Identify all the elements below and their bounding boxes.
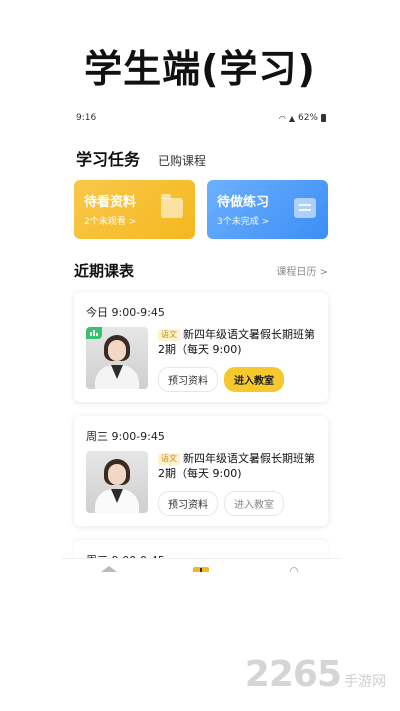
tab-purchased-courses[interactable]: 已购课程: [158, 152, 206, 169]
schedule-header: 近期课表 课程日历 >: [74, 260, 328, 281]
pending-exercises-card[interactable]: 待做练习 3个未完成 >: [207, 180, 328, 239]
battery-icon: [321, 114, 326, 122]
teacher-photo: [86, 327, 148, 389]
course-calendar-link[interactable]: 课程日历 >: [276, 263, 328, 278]
enter-classroom-button[interactable]: 进入教室: [224, 367, 284, 392]
status-bar: 9:16 ◠ ▲ 62%: [76, 111, 326, 125]
status-time: 9:16: [76, 113, 97, 123]
preview-materials-button[interactable]: 预习资料: [158, 367, 218, 392]
preview-materials-button[interactable]: 预习资料: [158, 491, 218, 516]
tab-learning-tasks[interactable]: 学习任务: [76, 146, 140, 170]
teacher-photo: [86, 451, 148, 513]
phone-screen: 9:16 ◠ ▲ 62% 学习任务 已购课程 待看资料 2个未观看 > 待做练习…: [62, 102, 340, 572]
tab-home[interactable]: 首页: [62, 559, 155, 572]
task-cards: 待看资料 2个未观看 > 待做练习 3个未完成 >: [74, 180, 328, 239]
site-watermark: 2265 手游网: [245, 654, 386, 695]
folder-icon: [161, 194, 183, 218]
user-icon: [286, 567, 302, 572]
battery-level: 62%: [297, 113, 318, 123]
subject-tag: 语文: [158, 329, 180, 341]
document-icon: [294, 198, 316, 218]
book-icon: [193, 567, 209, 572]
signal-icon: ▲: [288, 113, 295, 123]
subject-tag: 语文: [158, 453, 180, 465]
course-card[interactable]: 周三 9:00-9:45 语文 新四年级语文暑假长期班第2期（每天 9:00) 预…: [74, 416, 328, 526]
course-card[interactable]: 今日 9:00-9:45 语文 新四年级语文暑假长期班第2期（每天 9:00) 预…: [74, 292, 328, 402]
course-time: 周三 9:00-9:45: [86, 430, 165, 443]
course-name: 语文 新四年级语文暑假长期班第2期（每天 9:00): [158, 452, 315, 480]
wifi-icon: ◠: [278, 113, 286, 123]
schedule-title: 近期课表: [74, 262, 135, 280]
course-time: 今日 9:00-9:45: [86, 306, 165, 319]
course-name: 语文 新四年级语文暑假长期班第2期（每天 9:00): [158, 328, 315, 356]
watermark-text: 手游网: [344, 674, 386, 690]
pending-materials-card[interactable]: 待看资料 2个未观看 >: [74, 180, 195, 239]
promo-title: 学生端(学习): [84, 47, 316, 91]
bottom-tab-bar: 首页 学习 我的: [62, 558, 340, 572]
enter-classroom-button[interactable]: 进入教室: [224, 491, 284, 516]
tab-mine[interactable]: 我的: [247, 559, 340, 572]
watermark-number: 2265: [244, 654, 342, 695]
tab-study[interactable]: 学习: [155, 559, 248, 572]
top-tabs: 学习任务 已购课程: [76, 146, 206, 170]
live-icon: [86, 327, 102, 339]
